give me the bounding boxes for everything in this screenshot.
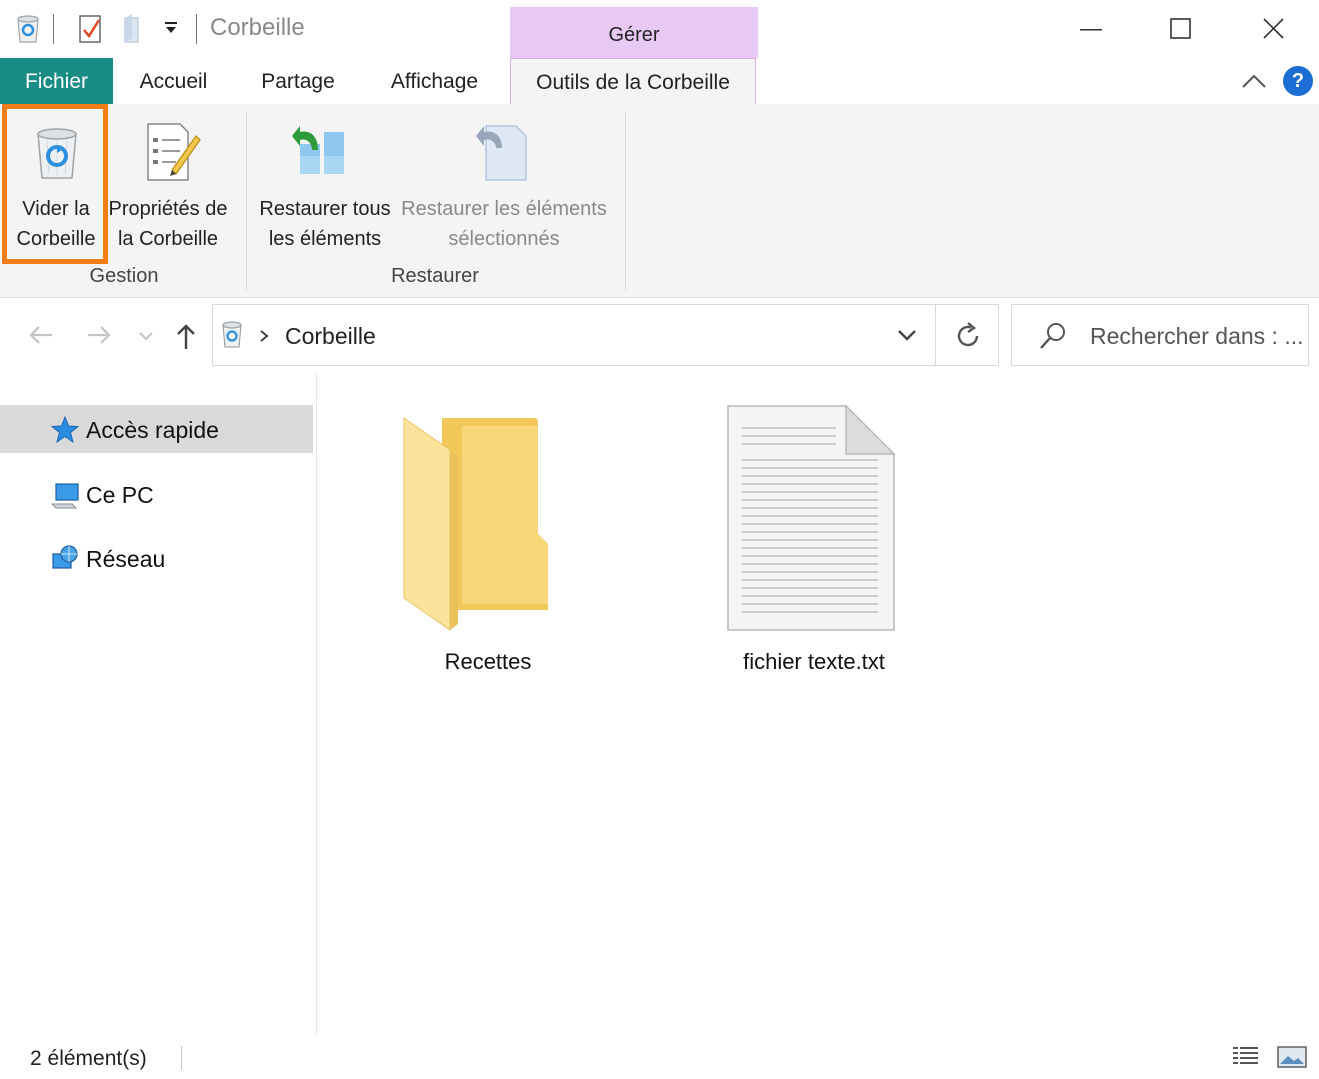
nav-item-reseau[interactable]: Réseau (0, 534, 313, 582)
ribbon-tab-row: Fichier Accueil Partage Affichage Outils… (0, 58, 1319, 105)
restore-all-items-label-line2: les éléments (268, 228, 382, 250)
network-icon (52, 545, 78, 569)
tab-fichier[interactable]: Fichier (0, 58, 113, 104)
nav-item-ce-pc[interactable]: Ce PC (0, 470, 313, 518)
restore-all-icon (292, 126, 344, 174)
large-icons-view-icon[interactable] (1277, 1044, 1307, 1070)
list-item-fichier-texte[interactable]: fichier texte.txt (702, 402, 926, 682)
properties-checkmark-icon[interactable] (78, 12, 104, 44)
customize-quick-access-dropdown-icon[interactable] (163, 20, 179, 36)
title-bar: Corbeille Gérer (0, 0, 1319, 59)
recycle-bin-properties-label-line1: Propriétés de (108, 198, 228, 220)
file-name: Recettes (444, 649, 532, 674)
back-arrow-icon[interactable] (28, 324, 54, 346)
ribbon-group-separator (246, 112, 247, 290)
details-view-icon[interactable] (1231, 1044, 1261, 1070)
minimize-icon[interactable] (1060, 8, 1120, 52)
navigation-bar: Corbeille (0, 298, 1319, 374)
recent-locations-chevron-icon[interactable] (138, 330, 154, 342)
forward-arrow-icon[interactable] (86, 324, 112, 346)
tab-accueil[interactable]: Accueil (120, 58, 227, 104)
nav-item-label: Réseau (86, 546, 166, 572)
text-file-icon (727, 404, 896, 631)
quick-access-separator (196, 14, 197, 44)
status-separator (181, 1046, 182, 1070)
item-count: 2 élément(s) (30, 1047, 147, 1070)
star-icon (50, 415, 80, 444)
recycle-bin-properties-label-line2: la Corbeille (117, 228, 219, 250)
collapse-ribbon-icon[interactable] (1240, 68, 1268, 94)
close-icon[interactable] (1243, 8, 1303, 52)
ribbon-group-label-restaurer: Restaurer (391, 265, 479, 287)
restore-selected-items-label-line1: Restaurer les éléments (401, 198, 607, 220)
recycle-bin-icon (222, 321, 242, 348)
file-name: fichier texte.txt (743, 649, 885, 674)
search-icon (1040, 323, 1065, 349)
restore-selected-items-label-line2: sélectionnés (448, 228, 560, 250)
restore-all-items-button[interactable]: Restaurer tous les éléments (254, 104, 396, 264)
ribbon-panel: Vider la Corbeille Propriétés de la Corbei… (0, 104, 1319, 298)
highlight-box (2, 104, 108, 264)
nav-item-acces-rapide[interactable]: Accès rapide (0, 405, 313, 453)
contextual-tab-group-label: Gérer (608, 24, 660, 46)
properties-document-icon (147, 123, 201, 181)
nav-item-label: Ce PC (86, 482, 154, 508)
restore-all-items-label-line1: Restaurer tous (259, 198, 391, 220)
search-box[interactable] (1011, 304, 1309, 366)
tab-outils-corbeille[interactable]: Outils de la Corbeille (510, 58, 756, 105)
restore-selected-items-button[interactable]: Restaurer les éléments sélectionnés (398, 104, 610, 264)
up-arrow-icon[interactable] (175, 322, 197, 350)
quick-access-separator (53, 14, 54, 44)
recycle-bin-properties-button[interactable]: Propriétés de la Corbeille (106, 104, 230, 264)
ribbon-group-label-gestion: Gestion (89, 265, 159, 287)
address-dropdown-chevron-icon[interactable] (895, 323, 919, 347)
tab-partage[interactable]: Partage (245, 58, 351, 104)
status-bar: 2 élément(s) (0, 1034, 1319, 1079)
ribbon-group-separator (625, 112, 626, 290)
maximize-icon[interactable] (1150, 8, 1210, 52)
address-separator (935, 305, 936, 365)
tab-affichage[interactable]: Affichage (374, 58, 495, 104)
breadcrumb-chevron-icon[interactable] (259, 329, 269, 343)
recycle-bin-icon[interactable] (14, 12, 42, 44)
navigation-pane: Accès rapide Ce PC Réseau (0, 374, 317, 1034)
window-title: Corbeille (210, 14, 305, 41)
refresh-icon[interactable] (953, 321, 983, 351)
search-input[interactable] (1090, 319, 1305, 353)
nav-item-label: Accès rapide (86, 417, 219, 443)
breadcrumb-corbeille[interactable]: Corbeille (285, 323, 376, 350)
help-icon[interactable]: ? (1283, 66, 1313, 96)
address-bar[interactable]: Corbeille (212, 304, 999, 366)
computer-icon (50, 483, 79, 509)
folder-icon (403, 417, 548, 631)
contextual-tab-group: Gérer (510, 7, 758, 59)
restore-selected-icon (476, 125, 527, 181)
list-item-recettes[interactable]: Recettes (376, 402, 600, 682)
new-folder-icon[interactable] (122, 12, 144, 44)
file-view: Recettes fichier texte.txt (318, 374, 1319, 1034)
